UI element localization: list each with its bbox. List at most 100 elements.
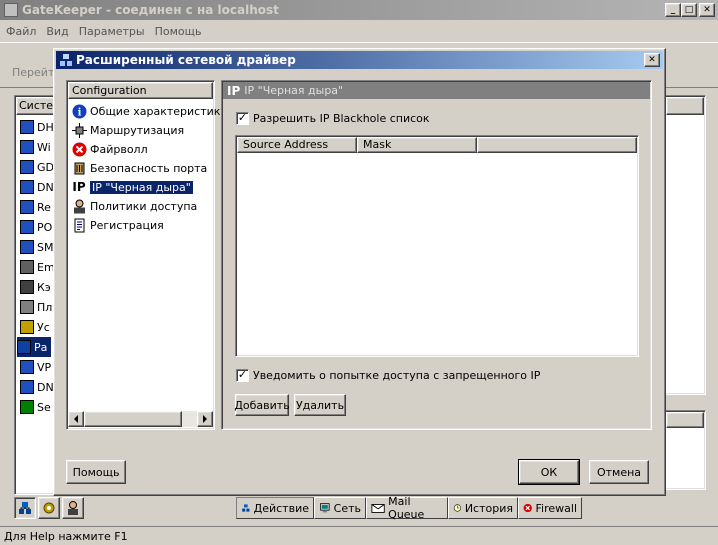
- tree-item-routing[interactable]: Маршрутизация: [71, 121, 184, 139]
- menu-file[interactable]: Файл: [6, 25, 36, 38]
- tree-item-label: Регистрация: [90, 218, 164, 232]
- tab-action[interactable]: Действие: [236, 497, 314, 519]
- ip-icon: IP: [72, 180, 86, 194]
- dialog-titlebar: Расширенный сетевой драйвер: [56, 51, 663, 69]
- service-icon: [20, 160, 34, 174]
- panel-title: IP "Черная дыра": [244, 84, 344, 97]
- add-button[interactable]: Добавить: [234, 394, 290, 416]
- column-source-address[interactable]: Source Address: [237, 137, 357, 153]
- computer-icon: [320, 503, 330, 513]
- checkbox-box: ✓: [236, 111, 249, 125]
- menu-params[interactable]: Параметры: [79, 25, 145, 38]
- view-button-3[interactable]: [62, 497, 84, 519]
- tree-item-label: Общие характеристики: [90, 104, 228, 118]
- view-button-1[interactable]: [14, 497, 36, 519]
- system-list-item[interactable]: VP: [20, 357, 51, 377]
- tab-network[interactable]: Сеть: [314, 497, 366, 519]
- system-list-item[interactable]: Кэ: [20, 277, 51, 297]
- tree-item-firewall[interactable]: Файрволл: [71, 140, 148, 158]
- system-list-item[interactable]: Ра: [17, 337, 51, 357]
- clock-icon: [453, 504, 462, 512]
- tab-mail-queue[interactable]: Mail Queue: [366, 495, 448, 521]
- app-icon: [4, 3, 18, 17]
- system-list-item[interactable]: Ус: [20, 317, 50, 337]
- tab-firewall[interactable]: Firewall: [518, 497, 582, 519]
- system-list-item-label: Ус: [37, 320, 50, 334]
- system-list-header[interactable]: Систем: [16, 97, 56, 115]
- service-icon: [20, 400, 34, 414]
- system-list-item[interactable]: PO: [20, 217, 52, 237]
- right-bottom-header: [666, 412, 704, 428]
- checkbox-box: ✓: [236, 368, 249, 382]
- tree-item-logging[interactable]: Регистрация: [71, 216, 164, 234]
- main-minimize-button[interactable]: _: [665, 3, 681, 17]
- info-icon: i: [71, 103, 87, 119]
- notify-checkbox[interactable]: ✓ Уведомить о попытке доступа с запрещен…: [236, 369, 540, 382]
- tree-item-port-security[interactable]: Безопасность порта: [71, 159, 207, 177]
- column-filler: [477, 137, 637, 153]
- main-maximize-button[interactable]: □: [681, 3, 697, 17]
- scroll-thumb[interactable]: [84, 411, 182, 427]
- main-window-title: GateKeeper - соединен с на localhost: [22, 3, 279, 17]
- user-icon: [71, 198, 87, 214]
- network-icon: [60, 54, 72, 66]
- dialog-close-button[interactable]: ✕: [644, 53, 660, 67]
- view-button-2[interactable]: [38, 497, 60, 519]
- system-list-item[interactable]: GD: [20, 157, 54, 177]
- column-mask[interactable]: Mask: [357, 137, 477, 153]
- system-list-item-label: Пл: [37, 300, 53, 314]
- scroll-right-button[interactable]: [197, 411, 213, 427]
- system-list-item-label: DH: [37, 120, 54, 134]
- scroll-left-button[interactable]: [68, 411, 84, 427]
- system-list-item[interactable]: Wi: [20, 137, 51, 157]
- system-list-item-label: Re: [37, 200, 51, 214]
- system-list-item-label: Se: [37, 400, 51, 414]
- service-icon: [20, 280, 34, 294]
- system-list-item-label: DN: [37, 380, 54, 394]
- tab-firewall-label: Firewall: [535, 501, 577, 515]
- right-top-header: [666, 97, 704, 115]
- system-list-item-label: SM: [37, 240, 54, 254]
- system-list-item[interactable]: DH: [20, 117, 54, 137]
- menu-view[interactable]: Вид: [46, 25, 68, 38]
- ip-icon: IP: [227, 83, 241, 98]
- help-button[interactable]: Помощь: [66, 460, 126, 484]
- main-close-button[interactable]: ✕: [699, 3, 715, 17]
- system-list-item[interactable]: Re: [20, 197, 51, 217]
- tree-item-general[interactable]: i Общие характеристики: [71, 102, 228, 120]
- system-list-item[interactable]: Пл: [20, 297, 52, 317]
- tree-item-ip-blackhole[interactable]: IP IP "Черная дыра": [71, 178, 194, 196]
- ok-button[interactable]: ОК: [518, 459, 580, 485]
- tree-scrollbar[interactable]: [68, 411, 213, 427]
- system-list-item-label: PO: [37, 220, 53, 234]
- system-list-item-label: Ра: [34, 340, 48, 354]
- router-icon: [71, 122, 87, 138]
- enable-blackhole-checkbox[interactable]: ✓ Разрешить IP Blackhole список: [236, 112, 430, 125]
- system-list-item[interactable]: DN: [20, 377, 54, 397]
- status-bar: Для Help нажмите F1: [0, 526, 718, 545]
- tree-item-label: Безопасность порта: [90, 161, 208, 175]
- tab-history[interactable]: История: [448, 497, 518, 519]
- system-list-item[interactable]: DN: [20, 177, 54, 197]
- service-icon: [20, 200, 34, 214]
- menu-help[interactable]: Помощь: [155, 25, 202, 38]
- network-icon: [19, 502, 31, 514]
- main-menubar: Файл Вид Параметры Помощь: [6, 23, 211, 39]
- toolbar-navigate-button[interactable]: Перейт: [12, 66, 54, 79]
- system-list-item-label: GD: [37, 160, 54, 174]
- system-list-item[interactable]: Se: [20, 397, 51, 417]
- stop-icon: [71, 141, 87, 157]
- blackhole-list[interactable]: [235, 135, 639, 357]
- user-icon: [68, 501, 78, 515]
- system-list-item[interactable]: Em: [20, 257, 55, 277]
- service-icon: [20, 140, 34, 154]
- delete-button[interactable]: Удалить: [294, 394, 346, 416]
- system-list-item-label: Wi: [37, 140, 51, 154]
- tree-item-access-policies[interactable]: Политики доступа: [71, 197, 197, 215]
- system-list-item[interactable]: SM: [20, 237, 53, 257]
- arrow-right-icon: [203, 415, 207, 423]
- service-icon: [20, 240, 34, 254]
- dialog-title: Расширенный сетевой драйвер: [76, 53, 296, 67]
- tree-item-label: Файрволл: [90, 142, 148, 156]
- cancel-button[interactable]: Отмена: [589, 460, 649, 484]
